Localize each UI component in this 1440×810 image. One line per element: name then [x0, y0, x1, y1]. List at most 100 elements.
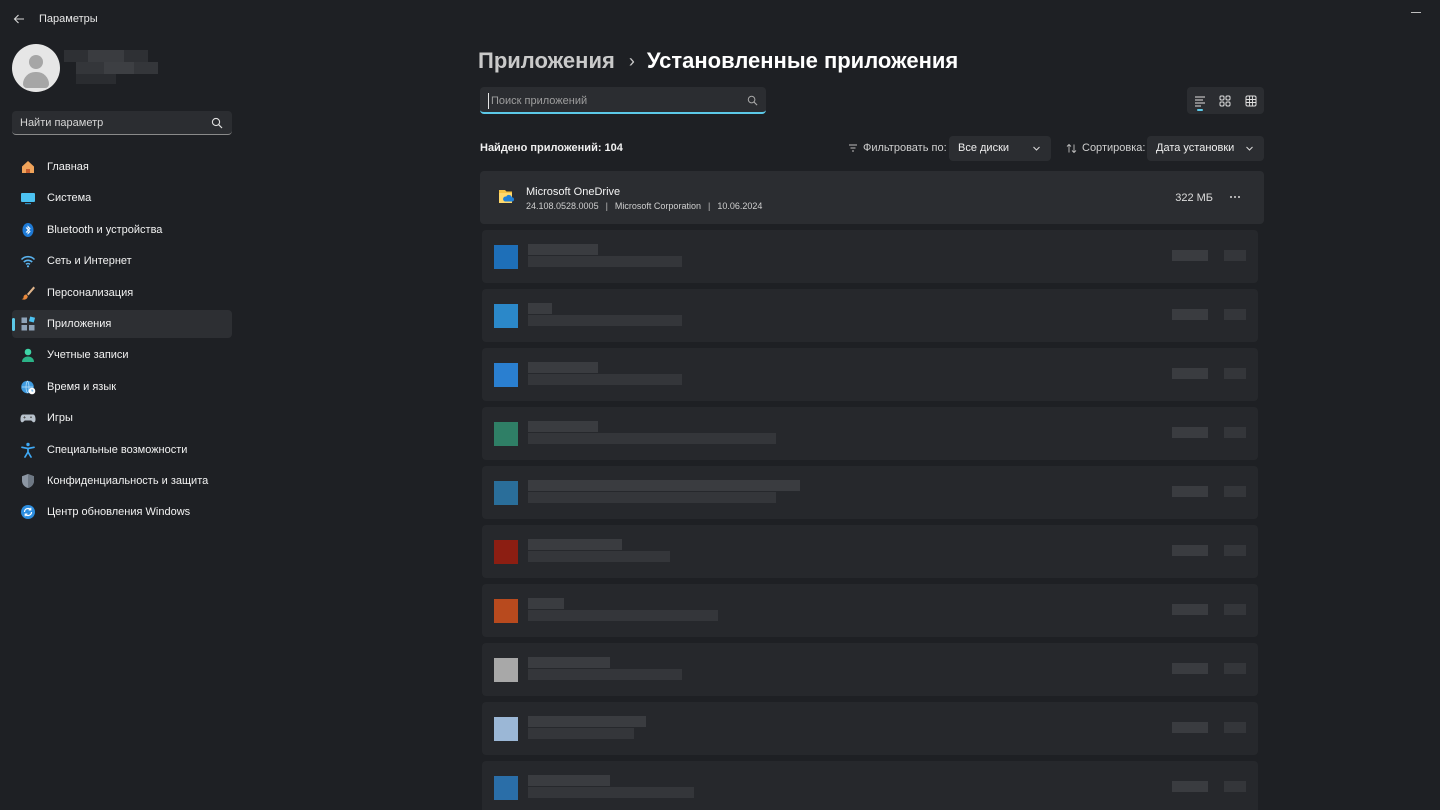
- app-search-input[interactable]: [488, 93, 728, 109]
- redacted-app-name: [528, 362, 598, 373]
- more-options-button[interactable]: [1224, 663, 1246, 674]
- redacted-app-details: [528, 492, 776, 503]
- redacted-app-name: [528, 303, 552, 314]
- back-button[interactable]: [8, 8, 30, 30]
- bluetooth-icon: [22, 222, 34, 237]
- tiles-view-button[interactable]: [1213, 87, 1239, 114]
- sidebar-item-network[interactable]: Сеть и Интернет: [12, 247, 232, 275]
- more-options-button[interactable]: [1224, 545, 1246, 556]
- filter-label-text: Фильтровать по:: [863, 142, 947, 154]
- avatar-head: [29, 55, 43, 69]
- filter-icon: [849, 144, 857, 152]
- sidebar-item-label: Игры: [47, 412, 73, 425]
- list-item[interactable]: [482, 702, 1258, 755]
- sidebar-item-apps[interactable]: Приложения: [12, 309, 232, 338]
- redacted-app-details: [528, 787, 694, 798]
- avatar[interactable]: [12, 44, 60, 92]
- more-dot: [1234, 196, 1236, 198]
- more-options-button[interactable]: [1224, 722, 1246, 733]
- redacted-app-name: [528, 421, 598, 432]
- search-icon: [747, 95, 758, 106]
- sidebar-item-bluetooth[interactable]: Bluetooth и устройства: [12, 216, 232, 244]
- redacted-app-name: [528, 657, 610, 668]
- filter-dropdown-value: Все диски: [958, 142, 1010, 154]
- list-item[interactable]: Microsoft OneDrive 24.108.0528.0005 | Micr…: [480, 171, 1264, 224]
- sidebar-item-privacy[interactable]: Конфиденциальность и защита: [12, 467, 232, 495]
- sidebar-item-gaming[interactable]: Игры: [12, 404, 232, 432]
- app-icon: [494, 658, 518, 682]
- minimize-button[interactable]: [1407, 6, 1425, 20]
- redacted-app-details: [528, 610, 718, 621]
- list-item[interactable]: [482, 230, 1258, 283]
- avatar-body: [23, 72, 49, 88]
- redacted-app-details: [528, 374, 682, 385]
- sidebar-item-label: Специальные возможности: [47, 443, 188, 456]
- sidebar-item-label: Учетные записи: [47, 349, 129, 362]
- list-item[interactable]: [482, 525, 1258, 578]
- divider: |: [605, 201, 608, 211]
- list-item[interactable]: [482, 348, 1258, 401]
- redacted-app-details: [528, 669, 682, 680]
- sort-dropdown-value: Дата установки: [1156, 142, 1235, 154]
- more-options-button[interactable]: [1224, 427, 1246, 438]
- sidebar-item-accessibility[interactable]: Специальные возможности: [12, 436, 232, 464]
- sidebar-item-home[interactable]: Главная: [12, 153, 232, 181]
- tiles-view-icon: [1219, 95, 1231, 106]
- update-icon: [21, 505, 35, 520]
- app-title: Параметры: [39, 13, 98, 25]
- redacted-app-name: [528, 539, 622, 550]
- settings-search-box[interactable]: [12, 111, 232, 135]
- list-item[interactable]: [482, 407, 1258, 460]
- app-version: 24.108.0528.0005: [526, 201, 599, 211]
- chevron-down-icon: [1246, 146, 1253, 151]
- sidebar-nav: Главная Система Bluetooth и устройства С…: [12, 153, 232, 530]
- apps-icon: [21, 316, 36, 331]
- more-options-button[interactable]: [1224, 368, 1246, 379]
- list-item[interactable]: [482, 761, 1258, 810]
- sort-label: Сортировка:: [1066, 142, 1145, 154]
- redacted-app-size: [1172, 250, 1208, 261]
- redacted-app-details: [528, 315, 682, 326]
- redacted-app-details: [528, 551, 670, 562]
- chevron-right-icon: ›: [628, 50, 635, 71]
- sidebar-item-time-language[interactable]: Время и язык: [12, 373, 232, 401]
- sidebar-item-label: Время и язык: [47, 380, 117, 393]
- breadcrumb-parent[interactable]: Приложения: [478, 48, 615, 74]
- redacted-app-name: [528, 775, 610, 786]
- more-options-button[interactable]: [1224, 486, 1246, 497]
- breadcrumb: Приложения › Установленные приложения: [478, 46, 958, 76]
- redacted-app-size: [1172, 368, 1208, 379]
- sidebar-item-label: Система: [47, 192, 92, 205]
- list-item[interactable]: [482, 584, 1258, 637]
- list-item[interactable]: [482, 466, 1258, 519]
- grid-view-button[interactable]: [1238, 87, 1264, 114]
- more-options-button[interactable]: [1224, 309, 1246, 320]
- sidebar-item-label: Приложения: [47, 317, 112, 330]
- list-view-button[interactable]: [1187, 87, 1213, 114]
- installed-apps-list: Microsoft OneDrive 24.108.0528.0005 | Micr…: [480, 171, 1264, 810]
- settings-search-input[interactable]: [20, 115, 200, 131]
- more-options-button[interactable]: [1224, 781, 1246, 792]
- sidebar-item-personalization[interactable]: Персонализация: [12, 279, 232, 307]
- app-search-box[interactable]: [480, 87, 766, 114]
- redacted-app-name: [528, 244, 598, 255]
- sidebar-item-label: Конфиденциальность и защита: [47, 474, 209, 487]
- sidebar-item-label: Bluetooth и устройства: [47, 223, 163, 236]
- app-icon: [494, 599, 518, 623]
- more-options-button[interactable]: [1224, 250, 1246, 261]
- active-indicator: [12, 317, 15, 331]
- redacted-app-size: [1172, 427, 1208, 438]
- more-options-button[interactable]: [1226, 190, 1244, 204]
- sort-dropdown[interactable]: Дата установки: [1147, 136, 1264, 161]
- list-item[interactable]: [482, 289, 1258, 342]
- app-details: 24.108.0528.0005 | Microsoft Corporation | 1…: [526, 201, 762, 211]
- sidebar-item-accounts[interactable]: Учетные записи: [12, 341, 232, 369]
- sidebar-item-system[interactable]: Система: [12, 184, 232, 212]
- app-name: Microsoft OneDrive: [526, 186, 621, 198]
- list-item[interactable]: [482, 643, 1258, 696]
- filter-dropdown[interactable]: Все диски: [949, 136, 1051, 161]
- redacted-app-size: [1172, 722, 1208, 733]
- more-options-button[interactable]: [1224, 604, 1246, 615]
- sidebar-item-windows-update[interactable]: Центр обновления Windows: [12, 498, 232, 526]
- app-size: 322 МБ: [1175, 192, 1213, 204]
